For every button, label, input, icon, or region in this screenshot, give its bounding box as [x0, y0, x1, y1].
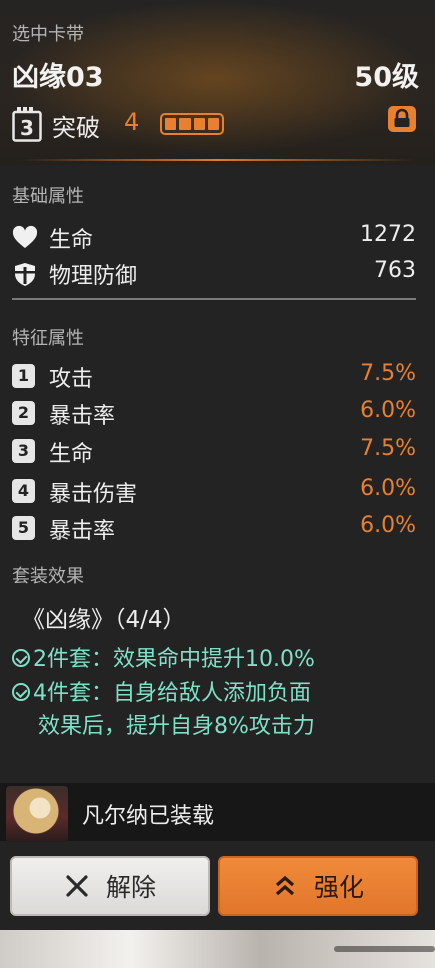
trait-number-badge: 3	[12, 439, 35, 463]
cartridge-detail-panel: 选中卡带 凶缘03 50级 3 突破 4 基础属性 生命 1272 物理防御 7…	[0, 0, 435, 968]
progress-segment	[179, 118, 191, 130]
home-indicator[interactable]	[334, 946, 435, 952]
equipped-by-text: 凡尔纳已装载	[82, 804, 215, 829]
trait-name: 生命	[49, 442, 94, 467]
progress-segment	[193, 118, 205, 130]
attribute-name: 物理防御	[49, 264, 138, 289]
trait-value: 7.5%	[360, 361, 416, 386]
progress-segment	[207, 118, 219, 130]
trait-value: 6.0%	[360, 476, 416, 501]
breakthrough-progress	[160, 113, 224, 135]
trait-number-badge: 2	[12, 401, 35, 425]
set-effect-2pc: 2件套：效果命中提升10.0%	[12, 641, 315, 673]
trait-name: 攻击	[49, 367, 94, 392]
trait-row: 4 暴击伤害 6.0%	[12, 476, 416, 507]
trait-name: 暴击伤害	[49, 482, 138, 507]
set-title: 《凶缘》（4/4）	[22, 607, 186, 633]
trait-value: 7.5%	[360, 436, 416, 461]
tier-icon: 3	[12, 107, 42, 142]
trait-row: 2 暴击率 6.0%	[12, 398, 416, 429]
header-divider	[20, 159, 415, 161]
shield-icon	[15, 263, 35, 286]
trait-name: 暴击率	[49, 404, 116, 429]
enhance-button-label: 强化	[313, 873, 364, 902]
set-effect-4pc: 4件套：自身给敌人添加负面	[12, 675, 311, 707]
character-avatar	[6, 786, 68, 842]
breakthrough-label: 突破	[52, 114, 100, 142]
breakthrough-value: 4	[124, 108, 140, 136]
trait-value: 6.0%	[360, 513, 416, 538]
set-effect-label: 套装效果	[12, 566, 84, 587]
trait-value: 6.0%	[360, 398, 416, 423]
trait-number-badge: 5	[12, 516, 35, 540]
cartridge-level: 50级	[354, 62, 419, 93]
trait-attributes-label: 特征属性	[12, 328, 84, 349]
heart-icon	[12, 225, 38, 248]
attribute-value: 1272	[360, 222, 416, 247]
tier-icon-number: 3	[20, 116, 34, 140]
double-chevron-up-icon	[275, 875, 295, 896]
trait-name: 暴击率	[49, 519, 116, 544]
trait-row: 1 攻击 7.5%	[12, 361, 416, 392]
trait-row: 3 生命 7.5%	[12, 436, 416, 467]
trait-number-badge: 4	[12, 479, 35, 503]
set-effect-2pc-text: 2件套：效果命中提升10.0%	[33, 647, 315, 672]
base-attribute-row: 物理防御 763	[12, 258, 416, 289]
trait-number-badge: 1	[12, 364, 35, 388]
remove-button-label: 解除	[105, 873, 156, 902]
remove-button[interactable]: 解除	[10, 856, 210, 916]
set-effect-4pc-continued: 效果后，提升自身8%攻击力	[38, 714, 315, 739]
attribute-value: 763	[374, 258, 416, 283]
set-effect-4pc-text: 4件套：自身给敌人添加负面	[33, 681, 311, 706]
section-divider	[12, 298, 416, 300]
progress-segment	[165, 118, 177, 130]
cartridge-title: 凶缘03	[12, 62, 104, 93]
check-circle-icon	[12, 683, 30, 701]
attribute-name: 生命	[49, 228, 94, 253]
check-circle-icon	[12, 649, 30, 667]
trait-row: 5 暴击率 6.0%	[12, 513, 416, 544]
base-attributes-label: 基础属性	[12, 186, 84, 207]
close-icon	[66, 875, 88, 897]
lock-icon[interactable]	[387, 105, 417, 133]
base-attribute-row: 生命 1272	[12, 222, 416, 253]
selected-cartridge-label: 选中卡带	[12, 24, 84, 45]
enhance-button[interactable]: 强化	[218, 856, 418, 916]
